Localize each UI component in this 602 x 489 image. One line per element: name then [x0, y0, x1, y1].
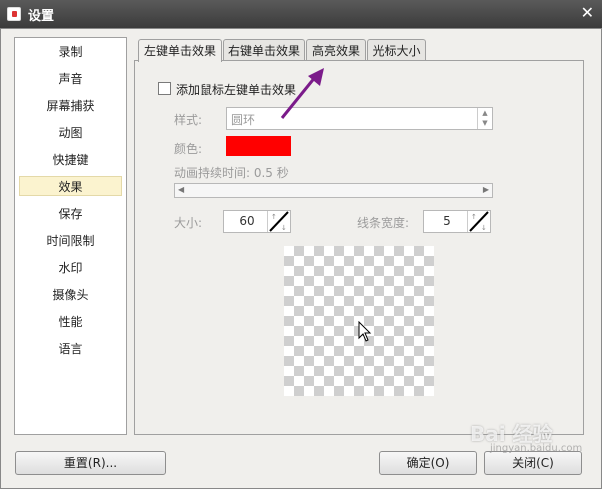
ok-button[interactable]: 确定(O)	[379, 451, 477, 475]
tab-cursor-size[interactable]: 光标大小	[367, 39, 426, 61]
close-window-icon[interactable]: ✕	[581, 3, 594, 22]
sidebar-item-sound[interactable]: 声音	[19, 69, 122, 89]
sidebar-item-effects[interactable]: 效果	[19, 176, 122, 196]
annotation-arrow-icon	[280, 68, 324, 119]
color-swatch[interactable]	[226, 136, 291, 156]
sidebar-item-save[interactable]: 保存	[19, 204, 122, 224]
sidebar-item-watermark[interactable]: 水印	[19, 258, 122, 278]
sidebar-item-hotkeys[interactable]: 快捷键	[19, 150, 122, 170]
sidebar-item-performance[interactable]: 性能	[19, 312, 122, 332]
spin-arrows-icon[interactable]: ↑ ↓	[267, 211, 290, 232]
sidebar-item-camera[interactable]: 摄像头	[19, 285, 122, 305]
size-label: 大小:	[174, 216, 203, 230]
style-select[interactable]: 圆环 ▲ ▼	[226, 107, 493, 130]
sidebar-item-record[interactable]: 录制	[19, 42, 122, 62]
sidebar-item-screen-capture[interactable]: 屏幕捕获	[19, 96, 122, 116]
svg-text:↑: ↑	[471, 213, 477, 221]
size-spinner[interactable]: 60 ↑ ↓	[223, 210, 291, 233]
sidebar-item-time-limit[interactable]: 时间限制	[19, 231, 122, 251]
enable-left-click-checkbox[interactable]	[158, 82, 171, 95]
spin-arrows-icon[interactable]: ↑ ↓	[467, 211, 490, 232]
color-label: 颜色:	[174, 142, 203, 156]
svg-text:↑: ↑	[271, 213, 277, 221]
baidu-watermark-url: jingyan.baidu.com	[490, 443, 583, 454]
sidebar-item-language[interactable]: 语言	[19, 339, 122, 359]
line-width-value: 5	[443, 214, 451, 228]
svg-text:↓: ↓	[281, 224, 287, 232]
size-value: 60	[239, 214, 255, 228]
select-arrows-icon: ▲ ▼	[477, 108, 492, 129]
tab-left-click-effect[interactable]: 左键单击效果	[138, 39, 222, 62]
reset-button[interactable]: 重置(R)...	[15, 451, 166, 475]
close-button[interactable]: 关闭(C)	[484, 451, 582, 475]
line-width-spinner[interactable]: 5 ↑ ↓	[423, 210, 491, 233]
title-bar: 设置 ✕	[0, 0, 602, 28]
mouse-cursor-icon	[358, 321, 372, 342]
window-title: 设置	[28, 9, 55, 24]
tab-highlight-effect[interactable]: 高亮效果	[306, 39, 366, 61]
duration-slider[interactable]: ◀ ▶	[174, 183, 493, 198]
style-label: 样式:	[174, 113, 203, 127]
app-icon	[7, 7, 21, 21]
line-width-label: 线条宽度:	[357, 216, 410, 230]
sidebar-item-gif[interactable]: 动图	[19, 123, 122, 143]
duration-label: 动画持续时间: 0.5 秒	[174, 166, 289, 180]
style-value: 圆环	[231, 113, 256, 127]
svg-text:↓: ↓	[481, 224, 487, 232]
slider-left-arrow-icon[interactable]: ◀	[178, 185, 184, 194]
slider-right-arrow-icon[interactable]: ▶	[483, 185, 489, 194]
tab-right-click-effect[interactable]: 右键单击效果	[223, 39, 305, 61]
settings-sidebar: 录制 声音 屏幕捕获 动图 快捷键 效果 保存 时间限制 水印 摄像头 性能 语…	[14, 37, 127, 435]
